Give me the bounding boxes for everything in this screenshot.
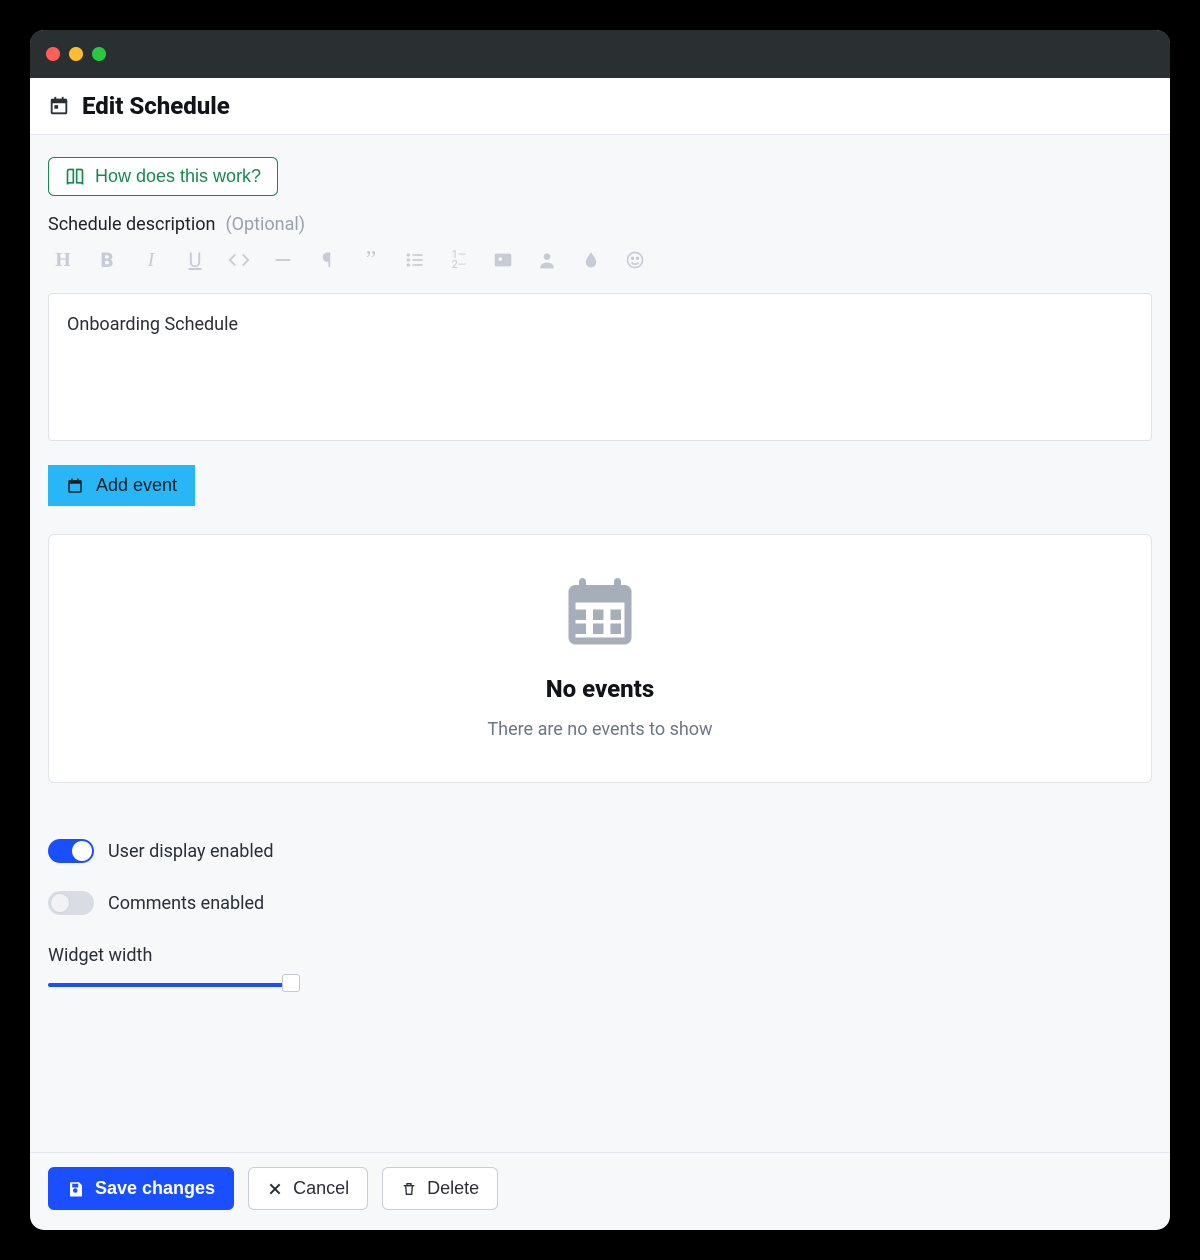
help-button[interactable]: How does this work? (48, 157, 278, 196)
underline-icon[interactable]: U (184, 249, 206, 271)
footer-actions: Save changes Cancel Delete (30, 1152, 1170, 1230)
quote-icon[interactable]: ” (360, 249, 382, 271)
page-header: Edit Schedule (30, 78, 1170, 135)
save-button-label: Save changes (95, 1178, 215, 1199)
hr-icon[interactable] (272, 249, 294, 271)
calendar-icon (48, 95, 70, 117)
cancel-button-label: Cancel (293, 1178, 349, 1199)
window-close-button[interactable] (46, 47, 60, 61)
media-icon[interactable] (492, 249, 514, 271)
widget-width-slider[interactable] (48, 978, 1152, 990)
widget-width-label: Widget width (48, 945, 1152, 966)
user-icon[interactable] (536, 249, 558, 271)
book-icon (65, 167, 85, 187)
add-event-button[interactable]: Add event (48, 465, 195, 506)
trash-icon (401, 1181, 417, 1197)
code-icon[interactable] (228, 249, 250, 271)
delete-button-label: Delete (427, 1178, 479, 1199)
description-label: Schedule description (48, 214, 216, 235)
drop-icon[interactable] (580, 249, 602, 271)
description-label-row: Schedule description (Optional) (48, 214, 1152, 235)
emoji-icon[interactable] (624, 249, 646, 271)
events-empty-card: No events There are no events to show (48, 534, 1152, 783)
bold-icon[interactable]: B (96, 249, 118, 271)
delete-button[interactable]: Delete (382, 1167, 498, 1210)
content-area: How does this work? Schedule description… (30, 135, 1170, 1152)
bulleted-list-icon[interactable] (404, 249, 426, 271)
calendar-icon (66, 477, 84, 495)
events-empty-subtitle: There are no events to show (69, 719, 1131, 740)
editor-toolbar: H B I U ¶ ” 1—2— (48, 249, 1152, 271)
italic-icon[interactable]: I (140, 249, 162, 271)
add-event-label: Add event (96, 475, 177, 496)
description-value: Onboarding Schedule (67, 314, 238, 335)
toggle-comments[interactable] (48, 891, 94, 915)
toggle-user-display[interactable] (48, 839, 94, 863)
window-zoom-button[interactable] (92, 47, 106, 61)
ordered-list-icon[interactable]: 1—2— (448, 249, 470, 271)
heading-icon[interactable]: H (52, 249, 74, 271)
events-empty-title: No events (69, 675, 1131, 703)
window-minimize-button[interactable] (69, 47, 83, 61)
toggle-comments-label: Comments enabled (108, 893, 264, 914)
paragraph-icon[interactable]: ¶ (316, 249, 338, 271)
help-button-label: How does this work? (95, 166, 261, 187)
calendar-large-icon (69, 571, 1131, 655)
description-optional: (Optional) (226, 214, 306, 235)
close-icon (267, 1181, 283, 1197)
toggle-user-display-label: User display enabled (108, 841, 273, 862)
save-icon (67, 1180, 85, 1198)
page-title: Edit Schedule (82, 92, 230, 120)
titlebar (30, 30, 1170, 78)
toggle-comments-row: Comments enabled (48, 891, 1152, 915)
cancel-button[interactable]: Cancel (248, 1167, 368, 1210)
save-button[interactable]: Save changes (48, 1167, 234, 1210)
toggle-user-display-row: User display enabled (48, 839, 1152, 863)
description-input[interactable]: Onboarding Schedule (48, 293, 1152, 441)
app-window: Edit Schedule How does this work? Schedu… (30, 30, 1170, 1230)
